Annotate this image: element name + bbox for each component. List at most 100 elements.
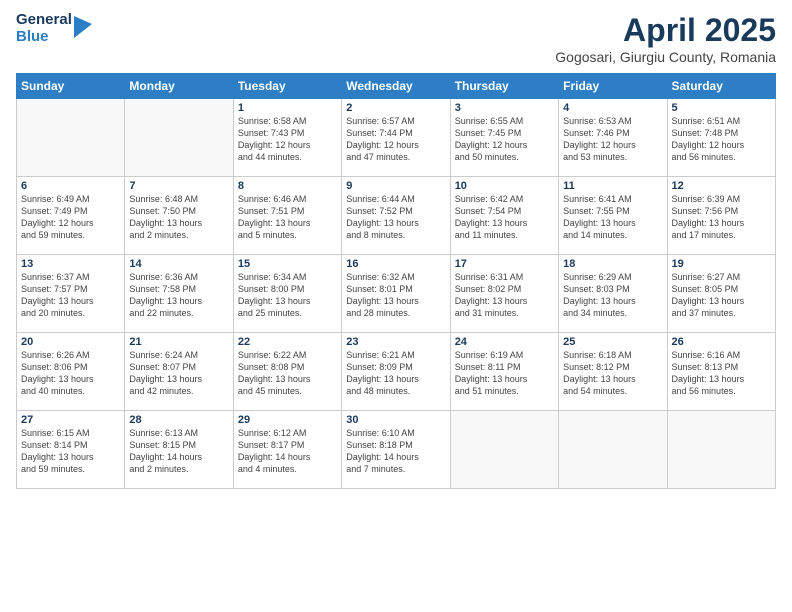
page: General Blue April 2025 Gogosari, Giurgi… [0,0,792,612]
day-info: Sunrise: 6:21 AM Sunset: 8:09 PM Dayligh… [346,349,445,398]
day-info: Sunrise: 6:27 AM Sunset: 8:05 PM Dayligh… [672,271,771,320]
table-row: 12Sunrise: 6:39 AM Sunset: 7:56 PM Dayli… [667,177,775,255]
title-block: April 2025 Gogosari, Giurgiu County, Rom… [555,12,776,65]
table-row: 19Sunrise: 6:27 AM Sunset: 8:05 PM Dayli… [667,255,775,333]
table-row: 6Sunrise: 6:49 AM Sunset: 7:49 PM Daylig… [17,177,125,255]
logo-text: General Blue [16,12,72,45]
day-number: 15 [238,258,337,270]
day-number: 30 [346,414,445,426]
col-tuesday: Tuesday [233,74,341,99]
calendar-header-row: Sunday Monday Tuesday Wednesday Thursday… [17,74,776,99]
day-number: 10 [455,180,554,192]
logo: General Blue [16,12,92,45]
calendar-table: Sunday Monday Tuesday Wednesday Thursday… [16,73,776,489]
table-row: 7Sunrise: 6:48 AM Sunset: 7:50 PM Daylig… [125,177,233,255]
col-thursday: Thursday [450,74,558,99]
day-info: Sunrise: 6:41 AM Sunset: 7:55 PM Dayligh… [563,193,662,242]
main-title: April 2025 [555,12,776,49]
day-info: Sunrise: 6:12 AM Sunset: 8:17 PM Dayligh… [238,427,337,476]
day-number: 23 [346,336,445,348]
table-row: 4Sunrise: 6:53 AM Sunset: 7:46 PM Daylig… [559,99,667,177]
day-info: Sunrise: 6:15 AM Sunset: 8:14 PM Dayligh… [21,427,120,476]
table-row: 28Sunrise: 6:13 AM Sunset: 8:15 PM Dayli… [125,411,233,489]
logo-icon [74,16,92,38]
day-info: Sunrise: 6:55 AM Sunset: 7:45 PM Dayligh… [455,115,554,164]
day-number: 8 [238,180,337,192]
day-info: Sunrise: 6:44 AM Sunset: 7:52 PM Dayligh… [346,193,445,242]
day-number: 4 [563,102,662,114]
table-row [667,411,775,489]
day-info: Sunrise: 6:46 AM Sunset: 7:51 PM Dayligh… [238,193,337,242]
day-number: 22 [238,336,337,348]
day-info: Sunrise: 6:34 AM Sunset: 8:00 PM Dayligh… [238,271,337,320]
day-info: Sunrise: 6:29 AM Sunset: 8:03 PM Dayligh… [563,271,662,320]
day-number: 25 [563,336,662,348]
table-row: 8Sunrise: 6:46 AM Sunset: 7:51 PM Daylig… [233,177,341,255]
day-info: Sunrise: 6:16 AM Sunset: 8:13 PM Dayligh… [672,349,771,398]
table-row: 26Sunrise: 6:16 AM Sunset: 8:13 PM Dayli… [667,333,775,411]
table-row: 3Sunrise: 6:55 AM Sunset: 7:45 PM Daylig… [450,99,558,177]
day-info: Sunrise: 6:48 AM Sunset: 7:50 PM Dayligh… [129,193,228,242]
table-row [125,99,233,177]
day-number: 12 [672,180,771,192]
table-row: 20Sunrise: 6:26 AM Sunset: 8:06 PM Dayli… [17,333,125,411]
day-info: Sunrise: 6:19 AM Sunset: 8:11 PM Dayligh… [455,349,554,398]
table-row: 18Sunrise: 6:29 AM Sunset: 8:03 PM Dayli… [559,255,667,333]
day-info: Sunrise: 6:49 AM Sunset: 7:49 PM Dayligh… [21,193,120,242]
day-info: Sunrise: 6:53 AM Sunset: 7:46 PM Dayligh… [563,115,662,164]
day-number: 17 [455,258,554,270]
table-row: 14Sunrise: 6:36 AM Sunset: 7:58 PM Dayli… [125,255,233,333]
day-info: Sunrise: 6:37 AM Sunset: 7:57 PM Dayligh… [21,271,120,320]
day-info: Sunrise: 6:24 AM Sunset: 8:07 PM Dayligh… [129,349,228,398]
day-info: Sunrise: 6:18 AM Sunset: 8:12 PM Dayligh… [563,349,662,398]
subtitle: Gogosari, Giurgiu County, Romania [555,49,776,65]
day-info: Sunrise: 6:36 AM Sunset: 7:58 PM Dayligh… [129,271,228,320]
day-info: Sunrise: 6:13 AM Sunset: 8:15 PM Dayligh… [129,427,228,476]
table-row: 15Sunrise: 6:34 AM Sunset: 8:00 PM Dayli… [233,255,341,333]
day-number: 20 [21,336,120,348]
calendar-week-row: 1Sunrise: 6:58 AM Sunset: 7:43 PM Daylig… [17,99,776,177]
day-number: 29 [238,414,337,426]
day-number: 6 [21,180,120,192]
col-sunday: Sunday [17,74,125,99]
day-info: Sunrise: 6:42 AM Sunset: 7:54 PM Dayligh… [455,193,554,242]
calendar-week-row: 6Sunrise: 6:49 AM Sunset: 7:49 PM Daylig… [17,177,776,255]
day-number: 26 [672,336,771,348]
table-row: 25Sunrise: 6:18 AM Sunset: 8:12 PM Dayli… [559,333,667,411]
day-number: 1 [238,102,337,114]
day-info: Sunrise: 6:31 AM Sunset: 8:02 PM Dayligh… [455,271,554,320]
day-number: 2 [346,102,445,114]
day-info: Sunrise: 6:57 AM Sunset: 7:44 PM Dayligh… [346,115,445,164]
table-row: 22Sunrise: 6:22 AM Sunset: 8:08 PM Dayli… [233,333,341,411]
day-number: 7 [129,180,228,192]
logo-blue: Blue [16,29,72,46]
table-row: 5Sunrise: 6:51 AM Sunset: 7:48 PM Daylig… [667,99,775,177]
calendar-week-row: 20Sunrise: 6:26 AM Sunset: 8:06 PM Dayli… [17,333,776,411]
day-info: Sunrise: 6:51 AM Sunset: 7:48 PM Dayligh… [672,115,771,164]
table-row: 30Sunrise: 6:10 AM Sunset: 8:18 PM Dayli… [342,411,450,489]
table-row [450,411,558,489]
table-row: 21Sunrise: 6:24 AM Sunset: 8:07 PM Dayli… [125,333,233,411]
col-friday: Friday [559,74,667,99]
col-saturday: Saturday [667,74,775,99]
day-number: 11 [563,180,662,192]
table-row: 9Sunrise: 6:44 AM Sunset: 7:52 PM Daylig… [342,177,450,255]
day-info: Sunrise: 6:26 AM Sunset: 8:06 PM Dayligh… [21,349,120,398]
table-row: 23Sunrise: 6:21 AM Sunset: 8:09 PM Dayli… [342,333,450,411]
table-row [559,411,667,489]
table-row: 24Sunrise: 6:19 AM Sunset: 8:11 PM Dayli… [450,333,558,411]
table-row: 10Sunrise: 6:42 AM Sunset: 7:54 PM Dayli… [450,177,558,255]
day-number: 14 [129,258,228,270]
day-number: 13 [21,258,120,270]
logo-general: General [16,12,72,29]
table-row: 1Sunrise: 6:58 AM Sunset: 7:43 PM Daylig… [233,99,341,177]
day-info: Sunrise: 6:32 AM Sunset: 8:01 PM Dayligh… [346,271,445,320]
col-wednesday: Wednesday [342,74,450,99]
day-info: Sunrise: 6:39 AM Sunset: 7:56 PM Dayligh… [672,193,771,242]
table-row: 29Sunrise: 6:12 AM Sunset: 8:17 PM Dayli… [233,411,341,489]
calendar-week-row: 27Sunrise: 6:15 AM Sunset: 8:14 PM Dayli… [17,411,776,489]
day-info: Sunrise: 6:22 AM Sunset: 8:08 PM Dayligh… [238,349,337,398]
table-row: 16Sunrise: 6:32 AM Sunset: 8:01 PM Dayli… [342,255,450,333]
day-number: 19 [672,258,771,270]
day-number: 9 [346,180,445,192]
